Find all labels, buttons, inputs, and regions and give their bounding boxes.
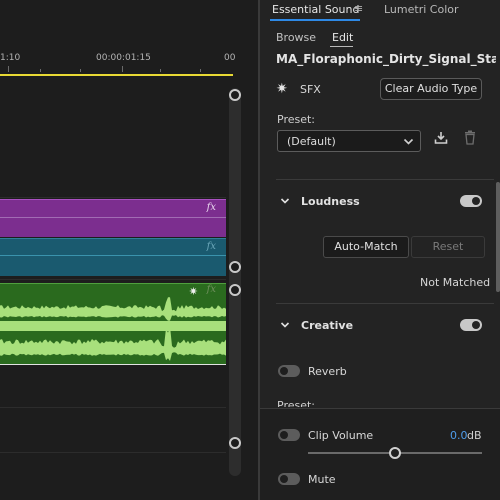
section-divider: [276, 303, 494, 304]
trash-icon[interactable]: [464, 130, 476, 146]
scroll-handle-bottom[interactable]: [229, 261, 241, 273]
clip-name-title: MA_Floraphonic_Dirty_Signal_Stat...: [276, 52, 496, 66]
toggle-knob: [472, 321, 480, 329]
clip-volume-value[interactable]: 0.0: [450, 429, 468, 442]
sfx-burst-icon: ✷: [276, 81, 288, 97]
loudness-toggle[interactable]: [460, 195, 482, 207]
clip-volume-label: Clip Volume: [308, 429, 374, 442]
timeline-vertical-scrollbar[interactable]: [229, 88, 241, 476]
chevron-down-icon[interactable]: [280, 196, 290, 206]
waveform-channel-left: [0, 297, 226, 321]
sfx-badge-icon: ✷: [188, 285, 198, 298]
auto-match-button[interactable]: Auto-Match: [323, 236, 409, 258]
preset-selected-value: (Default): [287, 135, 336, 148]
tab-browse[interactable]: Browse: [276, 31, 316, 44]
loudness-section-title[interactable]: Loudness: [301, 195, 360, 208]
ruler-tick: [40, 69, 41, 72]
timecode-label: 1:10: [0, 53, 21, 63]
loudness-status: Not Matched: [420, 276, 491, 289]
toggle-knob: [472, 197, 480, 205]
active-subtab-indicator: [330, 46, 353, 47]
timeline-panel: 1:10 00:00:01:15 00 fx fx ✷ fx: [0, 0, 258, 500]
timecode-label: 00: [224, 53, 236, 63]
preset-dropdown[interactable]: (Default): [277, 130, 421, 152]
save-preset-icon[interactable]: [434, 130, 448, 146]
fx-badge-icon: fx: [206, 241, 216, 252]
scroll-handle-bottom[interactable]: [229, 437, 241, 449]
scroll-handle-top[interactable]: [229, 89, 241, 101]
toggle-knob: [280, 431, 288, 439]
tab-lumetri-color[interactable]: Lumetri Color: [384, 3, 459, 16]
essential-sound-panel: Essential Sound ≡ Lumetri Color Browse E…: [258, 0, 500, 500]
mute-label: Mute: [308, 473, 336, 486]
ruler-tick: [200, 69, 201, 72]
tab-essential-sound[interactable]: Essential Sound: [272, 3, 359, 16]
clip-volume-unit: dB: [467, 429, 482, 442]
track-divider: [0, 407, 226, 408]
ruler-tick: [160, 69, 161, 72]
active-tab-indicator: [270, 19, 360, 21]
creative-toggle[interactable]: [460, 319, 482, 331]
section-divider: [276, 179, 494, 180]
preset-label: Preset:: [277, 113, 316, 126]
audio-type-label: SFX: [300, 83, 321, 96]
fx-badge-icon: fx: [206, 284, 216, 295]
timecode-label: 00:00:01:15: [96, 53, 151, 63]
work-area-bar[interactable]: [0, 74, 233, 76]
track-divider: [0, 197, 226, 198]
ruler-tick: [8, 66, 9, 72]
track-divider: [0, 452, 226, 453]
clear-audio-type-button[interactable]: Clear Audio Type: [380, 78, 482, 100]
video-clip[interactable]: fx: [0, 238, 226, 276]
clip-band: [0, 217, 226, 218]
clip-volume-slider-thumb[interactable]: [389, 447, 401, 459]
waveform-channel-right: [0, 326, 226, 361]
fx-badge-icon: fx: [206, 202, 216, 213]
clip-volume-toggle[interactable]: [278, 429, 300, 441]
reverb-label: Reverb: [308, 365, 347, 378]
toggle-knob: [280, 475, 288, 483]
panel-tab-bar: Essential Sound ≡ Lumetri Color: [260, 0, 500, 22]
panel-menu-icon[interactable]: ≡: [354, 2, 363, 15]
scroll-handle-top[interactable]: [229, 284, 241, 296]
tab-edit[interactable]: Edit: [332, 31, 353, 44]
clip-band: [0, 255, 226, 256]
ruler-tick: [80, 69, 81, 72]
panel-scrollbar[interactable]: [496, 182, 500, 292]
chevron-down-icon: [403, 138, 414, 145]
reverb-preset-label: Preset:: [277, 399, 316, 407]
sub-tab-bar: Browse Edit: [260, 28, 500, 48]
video-clip[interactable]: fx: [0, 199, 226, 237]
toggle-knob: [280, 367, 288, 375]
waveform-center-band: [0, 321, 226, 331]
time-ruler[interactable]: 1:10 00:00:01:15 00: [0, 0, 258, 78]
track-divider: [0, 279, 226, 280]
chevron-down-icon[interactable]: [280, 320, 290, 330]
creative-section-title[interactable]: Creative: [301, 319, 353, 332]
mute-toggle[interactable]: [278, 473, 300, 485]
clip-volume-section: Clip Volume 0.0 dB Mute: [260, 408, 500, 500]
ruler-tick: [122, 66, 123, 72]
audio-clip[interactable]: ✷ fx: [0, 283, 226, 365]
reverb-toggle[interactable]: [278, 365, 300, 377]
reset-button[interactable]: Reset: [411, 236, 485, 258]
